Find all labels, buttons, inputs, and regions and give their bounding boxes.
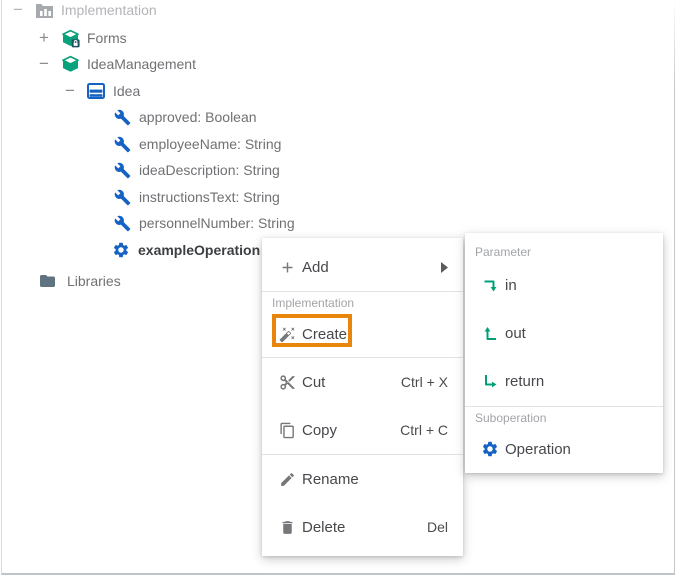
tree-item-employeename[interactable]: employeeName: String (2, 131, 281, 157)
menu-item-rename[interactable]: Rename (262, 455, 463, 503)
wrench-icon (112, 162, 132, 179)
tree-item-label: instructionsText: String (139, 189, 280, 205)
submenu-section-parameter: Parameter (465, 242, 663, 262)
tree-item-exampleoperation[interactable]: exampleOperation (2, 237, 260, 263)
menu-divider (465, 406, 663, 407)
expander-minus-icon[interactable]: − (36, 51, 52, 77)
menu-item-label: Delete (302, 519, 345, 536)
menu-item-label: Operation (505, 441, 571, 458)
tree-item-label: employeeName: String (139, 136, 281, 152)
plus-icon (278, 259, 296, 276)
menu-item-label: Add (302, 259, 329, 276)
project-icon (34, 3, 54, 18)
tree-item-label: Forms (87, 30, 127, 46)
menu-item-label: out (505, 325, 526, 342)
menu-item-delete[interactable]: Delete Del (262, 503, 463, 551)
package-lock-icon (60, 29, 80, 48)
tree-item-implementation[interactable]: − Implementation (2, 0, 157, 23)
wrench-icon (112, 109, 132, 126)
tree-item-label: Implementation (61, 2, 157, 18)
tree-item-label: approved: Boolean (139, 109, 257, 125)
wrench-icon (112, 136, 132, 153)
trash-icon (278, 519, 296, 536)
menu-item-cut[interactable]: Cut Ctrl + X (262, 358, 463, 406)
panel-edge-fade (672, 0, 675, 90)
expander-minus-icon[interactable]: − (10, 0, 26, 23)
menu-item-label: Create (302, 326, 347, 343)
menu-item-label: Rename (302, 471, 359, 488)
scissors-icon (278, 374, 296, 391)
copy-icon (278, 422, 296, 439)
menu-item-create[interactable]: Create (262, 312, 463, 356)
menu-item-label: in (505, 277, 517, 294)
menu-item-add[interactable]: Add (262, 243, 463, 291)
arrow-in-icon (481, 276, 499, 294)
tree-item-personnelnumber[interactable]: personnelNumber: String (2, 210, 295, 236)
tree-item-idea[interactable]: − Idea (2, 78, 140, 104)
menu-section-implementation: Implementation (262, 293, 463, 313)
tree-item-libraries[interactable]: Libraries (2, 268, 121, 294)
submenu-arrow-icon (441, 262, 448, 273)
package-icon (60, 55, 80, 73)
menu-shortcut: Ctrl + X (401, 374, 448, 390)
tree-item-ideadescription[interactable]: ideaDescription: String (2, 157, 280, 183)
pencil-icon (278, 471, 296, 488)
submenu-section-suboperation: Suboperation (465, 408, 663, 428)
arrow-return-icon (481, 372, 499, 390)
gear-icon (481, 440, 499, 458)
gear-icon (111, 241, 131, 259)
submenu-item-operation[interactable]: Operation (465, 427, 663, 471)
context-menu: Add Implementation Create Cut Ctrl + X C… (262, 238, 463, 556)
menu-divider (262, 291, 463, 292)
entity-icon (86, 83, 106, 99)
tree-item-ideamanagement[interactable]: − IdeaManagement (2, 51, 196, 77)
submenu-item-out[interactable]: out (465, 309, 663, 357)
tree-item-label: ideaDescription: String (139, 162, 280, 178)
magic-wand-icon (278, 326, 296, 343)
tree-item-label: exampleOperation (138, 242, 260, 258)
menu-shortcut: Del (427, 519, 448, 535)
submenu-item-in[interactable]: in (465, 261, 663, 309)
menu-shortcut: Ctrl + C (400, 422, 448, 438)
expander-plus-icon[interactable]: + (36, 25, 52, 51)
menu-item-label: return (505, 373, 544, 390)
tree-item-forms[interactable]: + Forms (2, 25, 127, 51)
add-submenu: Parameter in out return Suboperation Ope… (465, 233, 663, 473)
expander-minus-icon[interactable]: − (62, 78, 78, 104)
tree-item-label: personnelNumber: String (139, 215, 295, 231)
menu-item-label: Copy (302, 422, 337, 439)
menu-item-copy[interactable]: Copy Ctrl + C (262, 406, 463, 454)
tree-item-instructionstext[interactable]: instructionsText: String (2, 184, 280, 210)
arrow-out-icon (481, 324, 499, 342)
folder-icon (37, 272, 58, 290)
menu-item-label: Cut (302, 374, 325, 391)
wrench-icon (112, 215, 132, 232)
tree-item-approved[interactable]: approved: Boolean (2, 104, 257, 130)
tree-item-label: IdeaManagement (87, 56, 196, 72)
tree-item-label: Idea (113, 83, 140, 99)
submenu-item-return[interactable]: return (465, 357, 663, 405)
tree-item-label: Libraries (67, 273, 121, 289)
wrench-icon (112, 189, 132, 206)
